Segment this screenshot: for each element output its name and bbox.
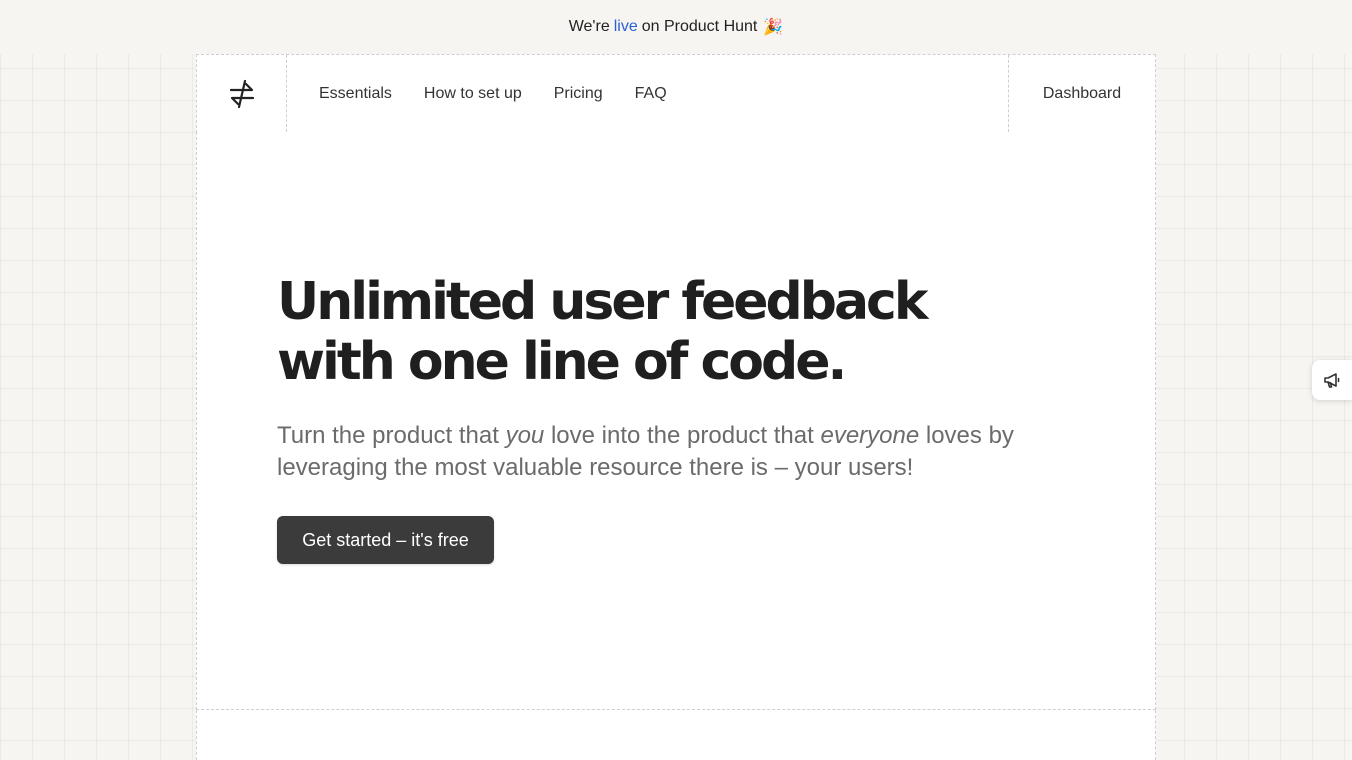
hero-sub-part-2: love into the product that <box>550 422 814 449</box>
feedback-widget-button[interactable] <box>1312 360 1352 400</box>
hero-title: Unlimited user feedback with one line of… <box>277 272 997 392</box>
hero-sub-emphasis-you: you <box>505 422 545 449</box>
announcement-suffix: on Product Hunt <box>641 18 758 35</box>
logo[interactable] <box>197 55 287 132</box>
next-section <box>196 710 1156 760</box>
dashboard-link[interactable]: Dashboard <box>1043 85 1121 103</box>
hero-title-line-1: Unlimited user feedback <box>277 272 928 332</box>
announcement-bar: We're live on Product Hunt 🎉 <box>0 0 1352 54</box>
nav-link-faq[interactable]: FAQ <box>635 85 667 103</box>
announcement-prefix: We're <box>568 18 610 35</box>
top-navigation: Essentials How to set up Pricing FAQ Das… <box>196 54 1156 133</box>
announcement-live-link[interactable]: live <box>614 18 638 36</box>
nav-link-how-to-set-up[interactable]: How to set up <box>424 85 522 103</box>
megaphone-icon <box>1324 373 1340 388</box>
hero-subtitle: Turn the product that you love into the … <box>277 420 1017 484</box>
nav-links: Essentials How to set up Pricing FAQ <box>287 55 1008 132</box>
nav-dashboard-area: Dashboard <box>1008 55 1155 132</box>
party-popper-icon: 🎉 <box>763 19 784 36</box>
hero-title-line-2: with one line of code. <box>277 332 847 392</box>
hero-sub-part-1: Turn the product that <box>277 422 499 449</box>
hero-sub-emphasis-everyone: everyone <box>820 422 920 449</box>
nav-link-essentials[interactable]: Essentials <box>319 85 392 103</box>
nav-link-pricing[interactable]: Pricing <box>554 85 603 103</box>
get-started-button[interactable]: Get started – it's free <box>277 516 494 564</box>
hero-section: Unlimited user feedback with one line of… <box>196 132 1156 710</box>
arrows-exchange-icon <box>229 79 254 108</box>
